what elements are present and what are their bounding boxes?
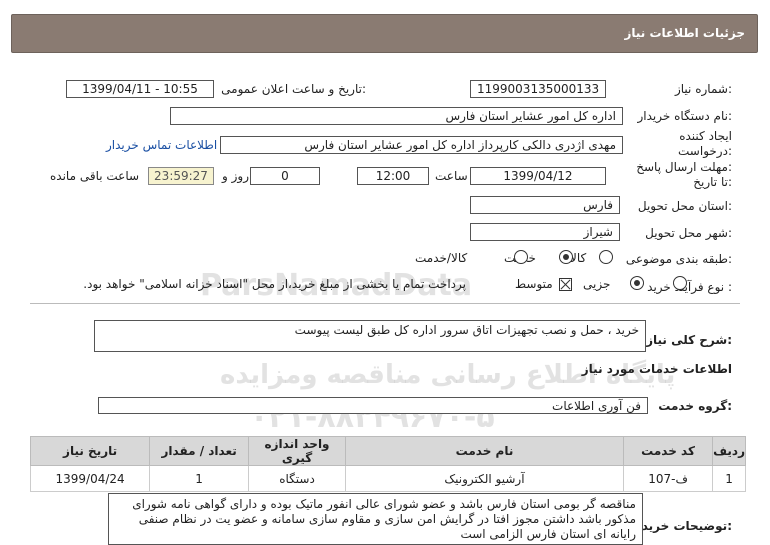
days-remaining-field[interactable]: 0 xyxy=(250,167,320,185)
process-radio-medium[interactable] xyxy=(630,276,645,290)
summary-field[interactable]: خرید ، حمل و نصب تجهیزات اتاق سرور اداره… xyxy=(94,320,646,352)
category-radio-goods-service[interactable] xyxy=(513,250,528,264)
deadline-time-field[interactable]: 12:00 xyxy=(357,167,429,185)
col-header-row: ردیف xyxy=(712,436,746,466)
buyer-notes-label: توضیحات خریدار: xyxy=(630,519,732,533)
service-group-field[interactable]: فن آوری اطلاعات xyxy=(98,397,648,414)
buyer-notes-line-1: مناقصه گر بومی استان فارس باشد و عضو شور… xyxy=(132,497,636,511)
summary-label: شرح کلی نیاز: xyxy=(646,333,732,347)
col-header-unit: واحد اندازه گیری xyxy=(248,436,346,466)
service-group-label: گروه خدمت: xyxy=(658,399,732,413)
items-table-wrap: ردیف کد خدمت نام خدمت واحد اندازه گیری ت… xyxy=(29,436,746,492)
deadline-time-label: ساعت xyxy=(435,169,468,183)
category-radio-goods[interactable] xyxy=(599,250,613,264)
header-bar: جزئیات اطلاعات نیاز xyxy=(11,14,758,53)
buyer-org-field[interactable]: اداره کل امور عشایر استان فارس xyxy=(170,107,623,125)
page-title: جزئیات اطلاعات نیاز xyxy=(624,26,745,40)
category-label: طبقه بندی موضوعی: xyxy=(625,252,732,266)
col-header-date: تاریخ نیاز xyxy=(29,436,151,466)
buyer-notes-line-2: مذکور باشد داشتن مجوز افتا در گرایش امن … xyxy=(138,512,636,526)
buyer-notes-field[interactable]: مناقصه گر بومی استان فارس باشد و عضو شور… xyxy=(108,493,643,545)
city-label: شهر محل تحویل: xyxy=(645,226,732,240)
cell-service-name: آرشیو الکترونیک xyxy=(345,465,624,492)
buyer-contact-link[interactable]: اطلاعات تماس خریدار xyxy=(106,138,217,152)
deadline-date-field[interactable]: 1399/04/12 xyxy=(470,167,606,185)
col-header-name: نام خدمت xyxy=(345,436,624,466)
cell-service-code: ف-107 xyxy=(622,465,714,492)
deadline-label-1: مهلت ارسال پاسخ: xyxy=(636,160,732,174)
process-option-medium: متوسط xyxy=(515,277,553,291)
category-radio-service[interactable] xyxy=(558,250,573,264)
divider xyxy=(30,303,740,304)
col-header-qty: تعداد / مقدار xyxy=(149,436,250,466)
creator-field[interactable]: مهدی اژدری دالکی کارپرداز اداره کل امور … xyxy=(220,136,623,154)
remaining-time-badge: 23:59:27 xyxy=(148,167,214,185)
category-option-goods-service: کالا/خدمت xyxy=(415,251,468,265)
treasury-payment-note: پرداخت تمام یا بخشی از مبلغ خرید،از محل … xyxy=(83,277,466,291)
treasury-payment-checkbox[interactable] xyxy=(559,278,573,291)
province-label: استان محل تحویل: xyxy=(637,199,732,213)
buyer-notes-line-3: رایانه ای استان فارس الزامی است xyxy=(460,527,636,541)
cell-unit: دستگاه xyxy=(248,465,346,492)
buyer-org-label: نام دستگاه خریدار: xyxy=(637,109,733,123)
days-label: روز و xyxy=(222,169,249,183)
need-number-field[interactable]: 1199003135000133 xyxy=(470,80,606,98)
col-header-code: کد خدمت xyxy=(622,436,714,466)
need-number-label: شماره نیاز: xyxy=(674,82,732,96)
cell-need-date: 1399/04/24 xyxy=(29,465,151,492)
cell-row-number: 1 xyxy=(712,465,746,492)
city-field[interactable]: شیراز xyxy=(470,223,620,241)
table-row[interactable]: 1 ف-107 آرشیو الکترونیک دستگاه 1 1399/04… xyxy=(29,465,746,492)
process-label: نوع فرآیند خرید : xyxy=(647,280,732,294)
remaining-label: ساعت باقی مانده xyxy=(50,169,140,183)
services-section-title: اطلاعات خدمات مورد نیاز xyxy=(581,362,732,376)
creator-label-1: ایجاد کننده xyxy=(679,129,732,143)
cell-quantity: 1 xyxy=(149,465,250,492)
announce-date-field[interactable]: 1399/04/11 - 10:55 xyxy=(66,80,214,98)
deadline-label-2: تا تاریخ: xyxy=(693,175,732,189)
process-option-minor: جزیی xyxy=(583,277,611,291)
province-field[interactable]: فارس xyxy=(470,196,620,214)
items-table: ردیف کد خدمت نام خدمت واحد اندازه گیری ت… xyxy=(29,436,746,492)
announce-date-label: تاریخ و ساعت اعلان عمومی: xyxy=(221,82,366,96)
page: جزئیات اطلاعات نیاز ParsNamadData مرکز ف… xyxy=(0,0,770,545)
creator-label-2: درخواست: xyxy=(678,144,732,158)
